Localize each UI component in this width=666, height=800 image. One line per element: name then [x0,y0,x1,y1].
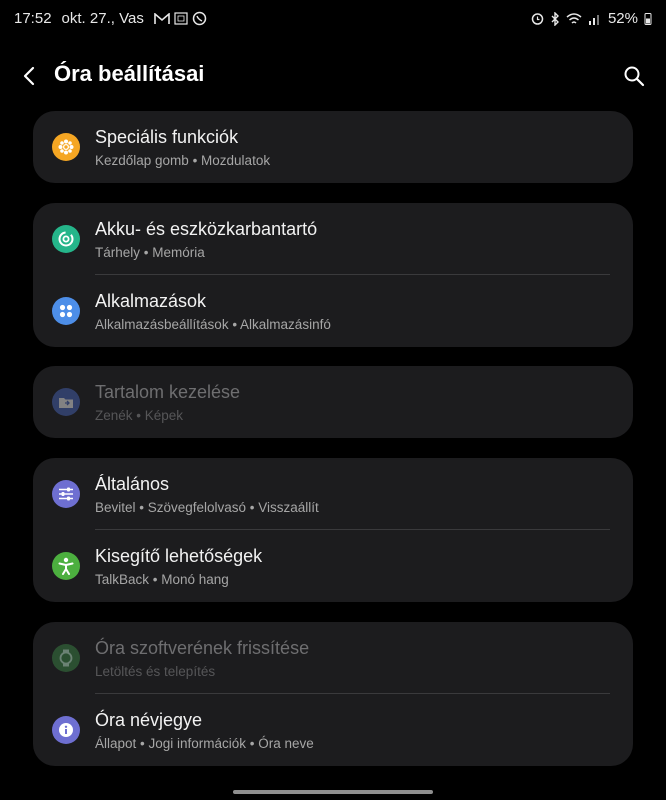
device-care-icon [52,225,80,253]
item-label: Alkalmazások [95,291,207,311]
info-icon [52,716,80,744]
settings-item-device-care[interactable]: Akku- és eszközkarbantartó Tárhely • Mem… [33,203,633,275]
status-left: 17:52 okt. 27., Vas [14,10,207,27]
settings-item-about-watch[interactable]: Óra névjegye Állapot • Jogi információk … [33,694,633,766]
settings-card-content: Tartalom kezelése Zenék • Képek [33,366,633,438]
settings-item-general[interactable]: Általános Bevitel • Szövegfelolvasó • Vi… [33,458,633,530]
sliders-icon [52,480,80,508]
settings-item-watch-software-update[interactable]: Óra szoftverének frissítése Letöltés és … [33,622,633,694]
settings-card-device: Akku- és eszközkarbantartó Tárhely • Mem… [33,203,633,347]
status-right: 52% [531,10,652,27]
gear-flower-icon [52,133,80,161]
wifi-icon [566,13,582,24]
viber-icon [192,11,207,26]
apps-grid-icon [52,297,80,325]
settings-card-general: Általános Bevitel • Szövegfelolvasó • Vi… [33,458,633,602]
settings-card-watch: Óra szoftverének frissítése Letöltés és … [33,622,633,766]
settings-item-content-management[interactable]: Tartalom kezelése Zenék • Képek [33,366,633,438]
clock: 17:52 [14,10,52,27]
accessibility-icon [52,552,80,580]
gesture-navigation-bar[interactable] [233,790,433,794]
item-label: Óra szoftverének frissítése [95,638,310,658]
back-arrow-icon[interactable] [16,62,44,90]
item-label: Tartalom kezelése [95,382,241,402]
item-label: Speciális funkciók [95,127,239,147]
settings-item-accessibility[interactable]: Kisegítő lehetőségek TalkBack • Monó han… [33,530,633,602]
search-icon[interactable] [622,64,646,88]
item-subtitle: Tárhely • Memória [95,245,205,260]
item-subtitle: Kezdőlap gomb • Mozdulatok [95,153,271,168]
item-label: Akku- és eszközkarbantartó [95,219,318,239]
item-subtitle: Letöltés és telepítés [95,664,216,679]
item-subtitle: Állapot • Jogi információk • Óra neve [95,736,314,751]
settings-card-advanced: Speciális funkciók Kezdőlap gomb • Mozdu… [33,111,633,183]
settings-item-advanced-features[interactable]: Speciális funkciók Kezdőlap gomb • Mozdu… [33,111,633,183]
calendar-icon [174,12,188,25]
item-subtitle: Zenék • Képek [95,408,184,423]
item-label: Általános [95,474,170,494]
item-label: Óra névjegye [95,710,203,730]
item-subtitle: TalkBack • Monó hang [95,572,229,587]
item-subtitle: Alkalmazásbeállítások • Alkalmazásinfó [95,317,331,332]
battery-icon [644,13,652,25]
item-label: Kisegítő lehetőségek [95,546,263,566]
notification-icons [154,11,207,26]
folder-icon [52,388,80,416]
gmail-icon [154,12,170,24]
battery-percent: 52% [607,10,638,27]
status-bar: 17:52 okt. 27., Vas 52% [0,0,666,38]
settings-item-apps[interactable]: Alkalmazások Alkalmazásbeállítások • Alk… [33,275,633,347]
app-bar: Óra beállításai [0,52,666,100]
signal-icon [588,14,599,25]
date: okt. 27., Vas [61,10,144,27]
page-title: Óra beállításai [54,61,205,86]
watch-update-icon [52,644,80,672]
bluetooth-icon [551,11,559,26]
item-subtitle: Bevitel • Szövegfelolvasó • Visszaállít [95,500,319,515]
alarm-icon [531,13,544,25]
